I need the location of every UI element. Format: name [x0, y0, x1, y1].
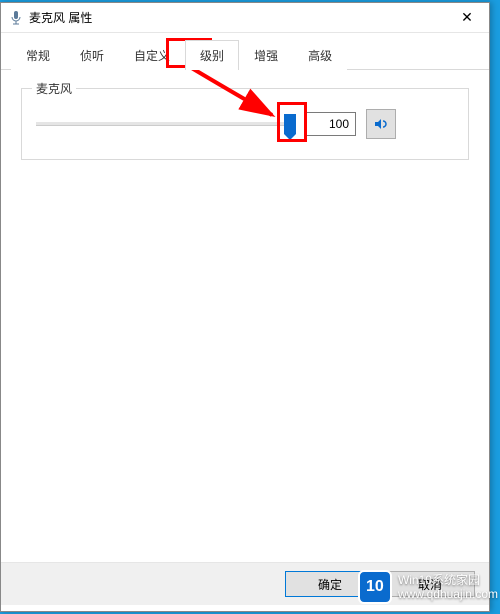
window-title: 麦克风 属性 — [29, 9, 447, 26]
cancel-button[interactable]: 取消 — [385, 571, 475, 597]
group-label: 麦克风 — [32, 80, 76, 97]
tab-strip: 常规 侦听 自定义 级别 增强 高级 — [1, 33, 489, 70]
tab-content-level: 麦克风 — [1, 70, 489, 562]
slider-thumb[interactable] — [284, 114, 296, 134]
tab-general[interactable]: 常规 — [11, 40, 65, 70]
mute-toggle-button[interactable] — [366, 109, 396, 139]
volume-icon — [373, 116, 389, 132]
tab-advanced[interactable]: 高级 — [293, 40, 347, 70]
dialog-buttons: 确定 取消 — [1, 562, 489, 605]
tab-custom[interactable]: 自定义 — [119, 40, 185, 70]
microphone-level-group: 麦克风 — [21, 88, 469, 160]
title-bar: 麦克风 属性 ✕ — [1, 3, 489, 33]
tab-listen[interactable]: 侦听 — [65, 40, 119, 70]
tab-level[interactable]: 级别 — [185, 40, 239, 70]
microphone-icon — [9, 11, 23, 25]
level-slider-row — [36, 103, 454, 139]
ok-button[interactable]: 确定 — [285, 571, 375, 597]
tab-enhance[interactable]: 增强 — [239, 40, 293, 70]
level-slider[interactable] — [36, 109, 296, 139]
slider-track — [36, 122, 296, 126]
close-button[interactable]: ✕ — [447, 4, 487, 32]
microphone-properties-dialog: 麦克风 属性 ✕ 常规 侦听 自定义 级别 增强 高级 麦克风 — [0, 2, 490, 612]
level-value-input[interactable] — [306, 112, 356, 136]
